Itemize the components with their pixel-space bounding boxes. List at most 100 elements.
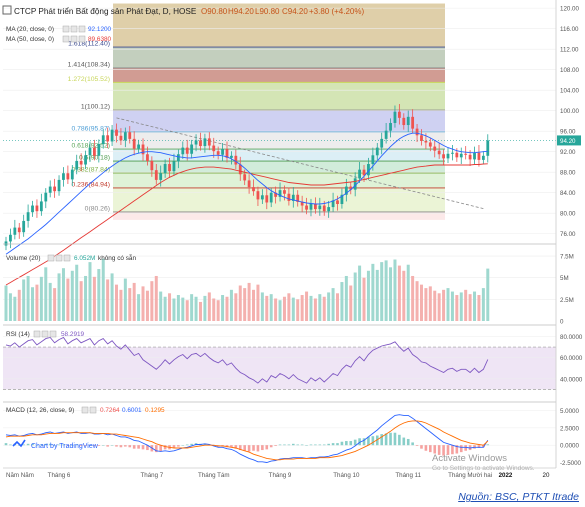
volume-bar[interactable] [26, 275, 30, 321]
volume-bar[interactable] [366, 270, 370, 321]
candle-body[interactable] [207, 138, 211, 146]
candle-body[interactable] [163, 164, 167, 174]
candle-body[interactable] [84, 155, 87, 165]
candle-body[interactable] [446, 153, 450, 159]
candle-body[interactable] [93, 147, 96, 156]
volume-bar[interactable] [278, 300, 282, 321]
volume-bar[interactable] [115, 284, 118, 321]
volume-bar[interactable] [39, 276, 43, 321]
candle-body[interactable] [154, 170, 158, 180]
candle-body[interactable] [451, 152, 454, 154]
volume-bar[interactable] [375, 269, 379, 321]
volume-bar[interactable] [185, 300, 189, 321]
volume-bar[interactable] [44, 267, 48, 321]
volume-bar[interactable] [163, 296, 167, 321]
candle-body[interactable] [110, 129, 114, 142]
rsi-remove-icon[interactable] [49, 330, 57, 338]
macd-hide-icon[interactable] [89, 406, 97, 414]
candle-body[interactable] [393, 111, 397, 123]
volume-bar[interactable] [53, 288, 57, 321]
volume-bar[interactable] [35, 284, 39, 321]
candle-body[interactable] [9, 234, 12, 242]
volume-remove-icon[interactable] [63, 254, 71, 262]
candle-body[interactable] [283, 190, 286, 194]
rsi-hide-icon[interactable] [41, 330, 49, 338]
candle-body[interactable] [212, 145, 216, 152]
ma50-controls[interactable] [62, 35, 86, 43]
candle-body[interactable] [190, 144, 194, 154]
volume-bar[interactable] [384, 260, 388, 321]
volume-bar[interactable] [362, 277, 366, 321]
candle-body[interactable] [22, 220, 26, 233]
volume-bar[interactable] [433, 290, 437, 321]
candle-body[interactable] [243, 174, 247, 181]
candle-body[interactable] [406, 116, 410, 126]
candle-body[interactable] [424, 140, 428, 143]
candle-body[interactable] [247, 180, 251, 188]
candle-body[interactable] [44, 192, 48, 202]
volume-bar[interactable] [411, 275, 415, 321]
candle-body[interactable] [75, 160, 79, 170]
candle-body[interactable] [123, 132, 127, 141]
volume-bar[interactable] [75, 264, 79, 321]
volume-bar[interactable] [8, 293, 12, 321]
candle-body[interactable] [362, 169, 366, 176]
volume-bar[interactable] [371, 263, 375, 321]
volume-hide-icon[interactable] [55, 254, 63, 262]
candle-body[interactable] [88, 147, 92, 156]
candle-body[interactable] [309, 203, 313, 210]
volume-bar[interactable] [428, 286, 432, 321]
ma20-controls[interactable] [62, 25, 86, 33]
volume-bar[interactable] [287, 293, 291, 321]
candle-body[interactable] [375, 147, 379, 156]
candle-body[interactable] [238, 164, 242, 175]
candle-body[interactable] [172, 161, 176, 172]
volume-bar[interactable] [141, 286, 145, 321]
volume-bar[interactable] [397, 265, 401, 321]
volume-bar[interactable] [132, 282, 136, 321]
volume-bar[interactable] [88, 262, 92, 321]
volume-bar[interactable] [331, 288, 335, 321]
candle-body[interactable] [468, 154, 472, 160]
candle-body[interactable] [322, 205, 326, 212]
candle-body[interactable] [181, 147, 185, 155]
volume-bar[interactable] [17, 289, 21, 321]
candle-body[interactable] [287, 193, 291, 201]
volume-bar[interactable] [340, 282, 344, 321]
candle-body[interactable] [397, 111, 401, 118]
candle-body[interactable] [433, 146, 437, 151]
candle-body[interactable] [31, 205, 34, 213]
volume-bar[interactable] [225, 296, 229, 321]
volume-bar[interactable] [159, 291, 163, 321]
macd-settings-icon[interactable] [81, 406, 89, 414]
volume-bar[interactable] [247, 282, 251, 321]
volume-bar[interactable] [61, 268, 65, 321]
candle-body[interactable] [428, 142, 432, 147]
candle-body[interactable] [234, 155, 238, 165]
volume-bar[interactable] [393, 259, 397, 321]
candle-body[interactable] [459, 153, 463, 158]
volume-bar[interactable] [477, 295, 481, 321]
volume-bar[interactable] [168, 293, 172, 321]
volume-bar[interactable] [358, 265, 362, 321]
candle-body[interactable] [119, 135, 123, 141]
candle-body[interactable] [221, 149, 224, 155]
volume-bar[interactable] [150, 281, 154, 321]
volume-bar[interactable] [260, 292, 264, 321]
volume-bar[interactable] [305, 291, 309, 321]
candle-body[interactable] [203, 138, 207, 147]
candle-body[interactable] [57, 179, 61, 192]
volume-bar[interactable] [415, 281, 419, 321]
candle-body[interactable] [384, 130, 388, 139]
candle-body[interactable] [358, 169, 361, 179]
candle-body[interactable] [97, 144, 101, 156]
volume-bar[interactable] [336, 293, 339, 321]
volume-bar[interactable] [389, 267, 393, 321]
volume-settings-icon[interactable] [47, 254, 55, 262]
volume-bar[interactable] [473, 291, 477, 321]
candle-body[interactable] [185, 147, 189, 154]
candle-body[interactable] [415, 128, 419, 136]
rsi-settings-icon[interactable] [33, 330, 41, 338]
candle-body[interactable] [230, 155, 233, 158]
candle-body[interactable] [437, 150, 441, 155]
